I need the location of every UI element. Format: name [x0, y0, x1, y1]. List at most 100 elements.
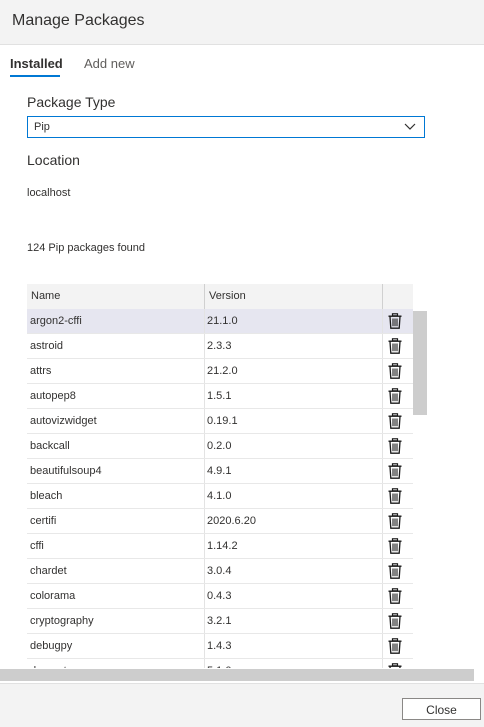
trash-icon[interactable] [388, 663, 402, 668]
cell-divider [382, 459, 383, 483]
table-row[interactable]: certifi 2020.6.20 [27, 509, 413, 534]
package-version: 1.4.3 [207, 640, 232, 652]
table-row[interactable]: astroid 2.3.3 [27, 334, 413, 359]
package-type-label: Package Type [27, 94, 116, 110]
location-value: localhost [27, 187, 71, 199]
package-type-dropdown[interactable]: Pip [27, 116, 425, 138]
packages-table: Name Version argon2-cffi 21.1.0 astroid 2.3… [27, 284, 413, 668]
column-header-name[interactable]: Name [31, 284, 60, 309]
trash-icon[interactable] [388, 513, 402, 529]
cell-divider [204, 409, 205, 433]
cell-divider [382, 334, 383, 358]
package-name: astroid [30, 340, 64, 352]
cell-divider [382, 659, 383, 668]
vertical-scrollbar[interactable] [413, 309, 427, 668]
table-row[interactable]: chardet 3.0.4 [27, 559, 413, 584]
cell-divider [382, 634, 383, 658]
trash-icon[interactable] [388, 638, 402, 654]
cell-divider [382, 359, 383, 383]
trash-icon[interactable] [388, 613, 402, 629]
cell-divider [382, 509, 383, 533]
package-version: 0.4.3 [207, 590, 232, 602]
location-label: Location [27, 152, 80, 168]
package-name: backcall [30, 440, 70, 452]
package-version: 4.9.1 [207, 465, 232, 477]
tab-add-new[interactable]: Add new [84, 56, 135, 71]
package-version: 0.19.1 [207, 415, 238, 427]
table-row[interactable]: argon2-cffi 21.1.0 [27, 309, 413, 334]
table-row[interactable]: debugpy 1.4.3 [27, 634, 413, 659]
package-version: 1.14.2 [207, 540, 238, 552]
horizontal-scrollbar[interactable] [0, 669, 474, 681]
active-tab-indicator [10, 75, 60, 77]
table-header: Name Version [27, 284, 413, 310]
trash-icon[interactable] [388, 438, 402, 454]
table-row[interactable]: colorama 0.4.3 [27, 584, 413, 609]
tab-installed[interactable]: Installed [10, 56, 63, 71]
trash-icon[interactable] [388, 338, 402, 354]
package-type-value: Pip [34, 121, 50, 133]
cell-divider [382, 534, 383, 558]
package-name: chardet [30, 565, 67, 577]
trash-icon[interactable] [388, 463, 402, 479]
vertical-scrollbar-thumb[interactable] [413, 311, 427, 415]
table-row[interactable]: beautifulsoup4 4.9.1 [27, 459, 413, 484]
package-version: 2020.6.20 [207, 515, 256, 527]
close-button[interactable]: Close [402, 698, 481, 720]
table-row[interactable]: attrs 21.2.0 [27, 359, 413, 384]
table-row[interactable]: autopep8 1.5.1 [27, 384, 413, 409]
trash-icon[interactable] [388, 413, 402, 429]
package-name: bleach [30, 490, 63, 502]
cell-divider [204, 459, 205, 483]
trash-icon[interactable] [388, 388, 402, 404]
trash-icon[interactable] [388, 488, 402, 504]
package-version: 1.5.1 [207, 390, 232, 402]
package-version: 3.0.4 [207, 565, 232, 577]
package-name: cffi [30, 540, 44, 552]
package-name: debugpy [30, 640, 73, 652]
dialog-title: Manage Packages [12, 12, 145, 29]
trash-icon[interactable] [388, 363, 402, 379]
cell-divider [382, 559, 383, 583]
package-version: 5.1.0 [207, 659, 231, 668]
package-name: autovizwidget [30, 415, 97, 427]
cell-divider [204, 659, 205, 668]
dialog-titlebar: Manage Packages [0, 0, 484, 45]
package-version: 3.2.1 [207, 615, 232, 627]
column-divider[interactable] [204, 284, 205, 309]
cell-divider [204, 384, 205, 408]
cell-divider [382, 484, 383, 508]
chevron-down-icon [404, 123, 416, 130]
table-row[interactable]: autovizwidget 0.19.1 [27, 409, 413, 434]
table-row[interactable]: bleach 4.1.0 [27, 484, 413, 509]
package-version: 4.1.0 [207, 490, 232, 502]
package-name: colorama [30, 590, 76, 602]
package-name: cryptography [30, 615, 94, 627]
tab-bar: Installed Add new [0, 52, 484, 80]
package-name: autopep8 [30, 390, 76, 402]
package-name: certifi [30, 515, 57, 527]
cell-divider [204, 534, 205, 558]
cell-divider [382, 309, 383, 333]
column-header-version[interactable]: Version [209, 284, 246, 309]
package-name: argon2-cffi [30, 315, 82, 327]
package-name: beautifulsoup4 [30, 465, 102, 477]
cell-divider [382, 609, 383, 633]
packages-count: 124 Pip packages found [27, 242, 146, 254]
cell-divider [204, 559, 205, 583]
table-row[interactable]: backcall 0.2.0 [27, 434, 413, 459]
package-name: attrs [30, 365, 52, 377]
trash-icon[interactable] [388, 563, 402, 579]
cell-divider [204, 584, 205, 608]
trash-icon[interactable] [388, 588, 402, 604]
table-row[interactable]: cffi 1.14.2 [27, 534, 413, 559]
table-body: argon2-cffi 21.1.0 astroid 2.3.3 attrs 21.2.0… [27, 309, 413, 668]
trash-icon[interactable] [388, 538, 402, 554]
trash-icon[interactable] [388, 313, 402, 329]
cell-divider [382, 409, 383, 433]
table-row[interactable]: decorator 5.1.0 [27, 659, 413, 668]
package-version: 0.2.0 [207, 440, 232, 452]
cell-divider [204, 334, 205, 358]
table-row[interactable]: cryptography 3.2.1 [27, 609, 413, 634]
column-divider[interactable] [382, 284, 383, 309]
